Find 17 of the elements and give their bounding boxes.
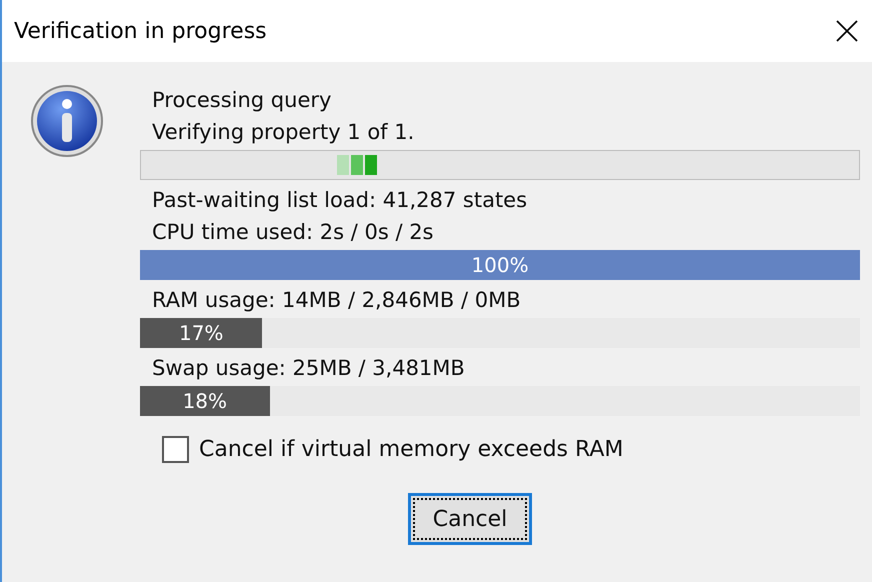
progress-fill: 18%	[140, 386, 270, 416]
activity-blocks-icon	[337, 155, 377, 175]
option-checkbox[interactable]: Cancel if virtual memory exceeds RAM	[162, 436, 860, 463]
close-icon[interactable]	[836, 20, 858, 42]
info-icon	[30, 84, 104, 158]
progress-fill: 17%	[140, 318, 262, 348]
progress-fill: 100%	[140, 250, 860, 280]
status-text: RAM usage: 14MB / 2,846MB / 0MB	[151, 287, 522, 314]
status-text: CPU time used: 2s / 0s / 2s	[151, 219, 435, 246]
checkbox[interactable]	[162, 436, 189, 463]
status-text: Verifying property 1 of 1.	[151, 119, 416, 146]
status-text: Swap usage: 25MB / 3,481MB	[151, 355, 466, 382]
checkbox-label: Cancel if virtual memory exceeds RAM	[199, 437, 624, 462]
cancel-button[interactable]: Cancel	[408, 493, 532, 545]
status-text: Processing query	[151, 87, 332, 114]
status-text: Past-waiting list load: 41,287 states	[151, 187, 528, 214]
window-title: Verification in progress	[14, 18, 267, 44]
